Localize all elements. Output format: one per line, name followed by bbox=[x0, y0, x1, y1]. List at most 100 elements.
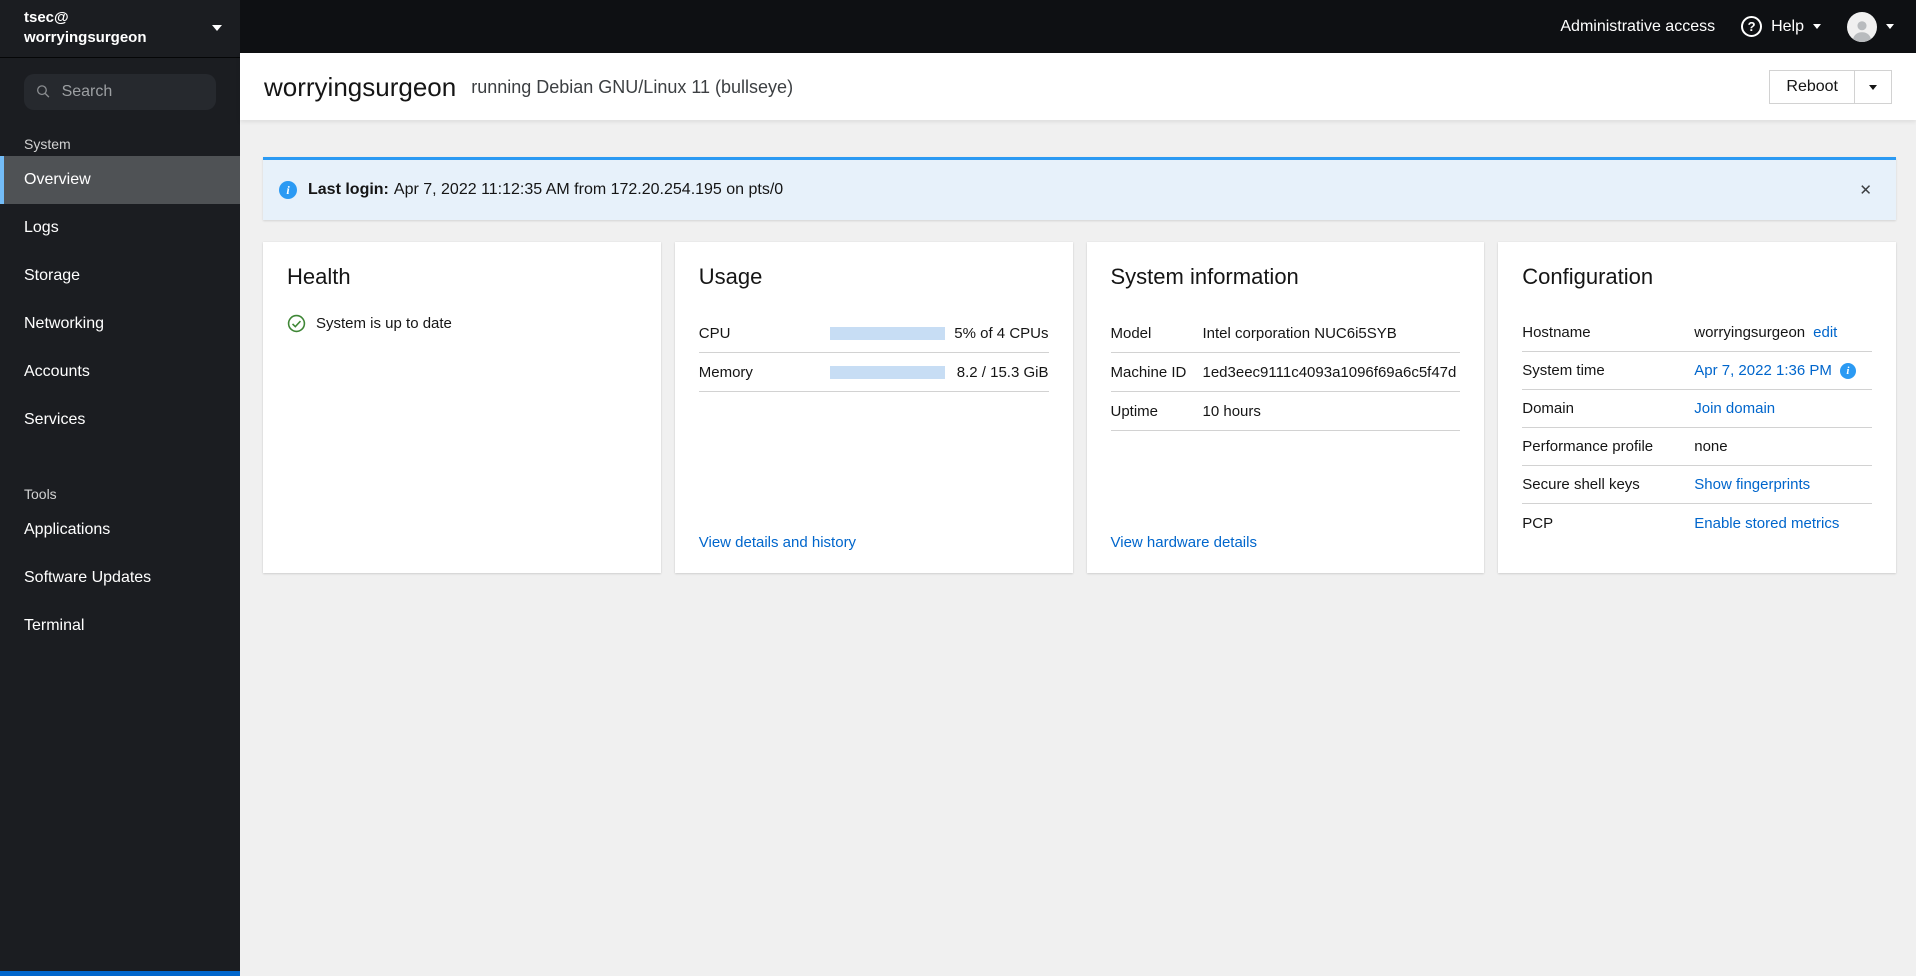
admin-access-label: Administrative access bbox=[1560, 17, 1716, 35]
performance-profile-value: none bbox=[1694, 438, 1728, 455]
hostname-label: Hostname bbox=[1522, 324, 1591, 341]
nav-section-label-tools: Tools bbox=[24, 485, 57, 502]
sidebar-item-storage[interactable]: Storage bbox=[0, 252, 240, 300]
os-subtitle: running Debian GNU/Linux 11 (bullseye) bbox=[471, 76, 794, 97]
avatar bbox=[1847, 11, 1877, 42]
help-icon: ? bbox=[1741, 16, 1763, 37]
check-circle-icon bbox=[287, 314, 306, 333]
sidebar-item-accounts[interactable]: Accounts bbox=[0, 348, 240, 396]
content-header: worryingsurgeon running Debian GNU/Linux… bbox=[240, 53, 1916, 120]
info-icon: i bbox=[279, 181, 297, 199]
machine-id-row: Machine ID 1ed3eec9111c4093a1096f69a6c5f… bbox=[1110, 353, 1461, 392]
chevron-down-icon bbox=[212, 25, 222, 32]
sidebar-item-applications[interactable]: Applications bbox=[0, 506, 240, 554]
sidebar-item-logs[interactable]: Logs bbox=[0, 204, 240, 252]
system-time-label: System time bbox=[1522, 362, 1605, 379]
app-root: tsec@ worryingsurgeon System Overview Lo… bbox=[0, 0, 1916, 976]
help-label: Help bbox=[1771, 17, 1804, 35]
health-card-title: Health bbox=[287, 264, 351, 289]
system-time-row: System time Apr 7, 2022 1:36 PM i bbox=[1522, 352, 1872, 390]
info-icon[interactable]: i bbox=[1839, 362, 1856, 379]
overview-cards: Health System is up to date Usage CPU 5%… bbox=[263, 242, 1896, 573]
search-box[interactable] bbox=[24, 73, 216, 110]
reboot-split-button: Reboot bbox=[1769, 70, 1892, 104]
performance-profile-label: Performance profile bbox=[1522, 438, 1654, 455]
sidebar-item-networking[interactable]: Networking bbox=[0, 300, 240, 348]
content-area: i Last login: Apr 7, 2022 11:12:35 AM fr… bbox=[240, 120, 1916, 976]
cpu-label: CPU bbox=[698, 324, 731, 342]
model-value: Intel corporation NUC6i5SYB bbox=[1202, 324, 1397, 342]
hostname-value: worryingsurgeon bbox=[1694, 324, 1806, 341]
sidebar: tsec@ worryingsurgeon System Overview Lo… bbox=[0, 0, 240, 976]
model-label: Model bbox=[1110, 324, 1152, 342]
chevron-down-icon bbox=[1813, 24, 1821, 29]
cpu-usage-row: CPU 5% of 4 CPUs bbox=[698, 314, 1049, 353]
memory-usage-value: 8.2 / 15.3 GiB bbox=[956, 363, 1049, 381]
reboot-button[interactable]: Reboot bbox=[1769, 70, 1855, 104]
sidebar-item-terminal[interactable]: Terminal bbox=[0, 602, 240, 650]
host-switcher-label: tsec@ worryingsurgeon bbox=[24, 8, 147, 49]
configuration-card-title: Configuration bbox=[1522, 264, 1654, 289]
domain-label: Domain bbox=[1522, 400, 1574, 417]
health-card: Health System is up to date bbox=[263, 242, 661, 573]
search-input[interactable] bbox=[59, 81, 204, 102]
health-status-row: System is up to date bbox=[287, 314, 637, 333]
show-fingerprints-link[interactable]: Show fingerprints bbox=[1694, 476, 1810, 493]
nav-section-tools: Tools Applications Software Updates Term… bbox=[0, 466, 240, 650]
model-row: Model Intel corporation NUC6i5SYB bbox=[1110, 314, 1461, 353]
hostname-edit-link[interactable]: edit bbox=[1813, 324, 1837, 341]
search-icon bbox=[36, 85, 50, 98]
uptime-label: Uptime bbox=[1110, 402, 1159, 420]
usage-card-title: Usage bbox=[698, 264, 763, 289]
view-details-history-link[interactable]: View details and history bbox=[699, 534, 1049, 551]
page-title: worryingsurgeon bbox=[264, 71, 457, 102]
view-hardware-details-link[interactable]: View hardware details bbox=[1111, 534, 1461, 551]
reboot-dropdown-toggle[interactable] bbox=[1854, 70, 1892, 104]
performance-profile-row: Performance profile none bbox=[1522, 428, 1872, 466]
chevron-down-icon bbox=[1869, 84, 1877, 90]
alert-message: Apr 7, 2022 11:12:35 AM from 172.20.254.… bbox=[393, 181, 784, 198]
session-menu[interactable] bbox=[1847, 11, 1894, 42]
masthead: Administrative access ? Help bbox=[240, 0, 1916, 53]
admin-access-button[interactable]: Administrative access bbox=[1560, 18, 1715, 36]
system-time-link[interactable]: Apr 7, 2022 1:36 PM bbox=[1694, 362, 1832, 379]
system-information-card: System information Model Intel corporati… bbox=[1086, 242, 1485, 573]
uptime-value: 10 hours bbox=[1202, 402, 1261, 420]
alert-title: Last login: bbox=[308, 181, 389, 198]
machine-id-value: 1ed3eec9111c4093a1096f69a6c5f47d bbox=[1202, 363, 1457, 381]
join-domain-link[interactable]: Join domain bbox=[1694, 400, 1775, 417]
search-wrap bbox=[0, 58, 240, 116]
system-info-card-title: System information bbox=[1110, 264, 1299, 289]
enable-stored-metrics-link[interactable]: Enable stored metrics bbox=[1694, 515, 1839, 532]
brand-user: tsec@ bbox=[24, 9, 69, 26]
machine-id-label: Machine ID bbox=[1110, 363, 1187, 381]
secure-shell-keys-row: Secure shell keys Show fingerprints bbox=[1522, 466, 1872, 504]
memory-label: Memory bbox=[698, 363, 753, 381]
host-switcher[interactable]: tsec@ worryingsurgeon bbox=[0, 0, 240, 58]
brand-host: worryingsurgeon bbox=[24, 29, 147, 47]
pcp-row: PCP Enable stored metrics bbox=[1522, 504, 1872, 542]
cpu-progress-bar bbox=[829, 326, 945, 340]
chevron-down-icon bbox=[1886, 24, 1894, 29]
secure-shell-keys-label: Secure shell keys bbox=[1522, 476, 1640, 493]
memory-progress-bar bbox=[829, 365, 945, 379]
configuration-card: Configuration Hostname worryingsurgeon e… bbox=[1498, 242, 1896, 573]
domain-row: Domain Join domain bbox=[1522, 390, 1872, 428]
uptime-row: Uptime 10 hours bbox=[1110, 392, 1461, 431]
last-login-alert: i Last login: Apr 7, 2022 11:12:35 AM fr… bbox=[263, 157, 1896, 220]
health-status-text: System is up to date bbox=[316, 315, 452, 332]
pcp-label: PCP bbox=[1522, 514, 1554, 532]
sidebar-item-software-updates[interactable]: Software Updates bbox=[0, 554, 240, 602]
nav-section-label-system: System bbox=[24, 135, 71, 152]
sidebar-bottom-accent bbox=[0, 971, 240, 976]
user-icon bbox=[1852, 20, 1872, 42]
sidebar-item-services[interactable]: Services bbox=[0, 396, 240, 444]
nav-section-system: System Overview Logs Storage Networking … bbox=[0, 116, 240, 444]
memory-usage-row: Memory 8.2 / 15.3 GiB bbox=[698, 353, 1049, 392]
alert-close-button[interactable]: ✕ bbox=[1851, 177, 1880, 203]
usage-card: Usage CPU 5% of 4 CPUs Memory 8.2 / 15.3… bbox=[674, 242, 1073, 573]
cpu-usage-value: 5% of 4 CPUs bbox=[954, 324, 1049, 342]
help-menu[interactable]: ? Help bbox=[1741, 16, 1821, 37]
sidebar-item-overview[interactable]: Overview bbox=[0, 155, 240, 204]
hostname-row: Hostname worryingsurgeon edit bbox=[1522, 314, 1872, 352]
